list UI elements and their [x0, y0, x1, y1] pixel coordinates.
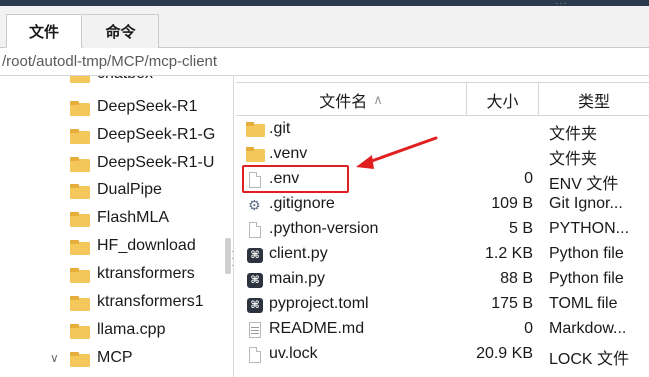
tree-item-mcp[interactable]: ∨ MCP: [0, 346, 222, 373]
python-file-icon: ⌘: [246, 247, 264, 263]
tree-item-ktransformers[interactable]: ktransformers: [0, 262, 222, 289]
file-row-main-py[interactable]: ⌘ main.py 88 B Python file: [236, 267, 649, 292]
tree-item-flashmla[interactable]: FlashMLA: [0, 206, 222, 233]
file-name: README.md: [269, 320, 365, 337]
file-row-readme-md[interactable]: README.md 0 Markdow...: [236, 317, 649, 342]
tree-item-llama-cpp[interactable]: llama.cpp: [0, 318, 222, 345]
pane-splitter[interactable]: [222, 76, 234, 377]
folder-icon: [70, 101, 90, 116]
tree-item-dualpipe[interactable]: DualPipe: [0, 178, 222, 205]
tree-item-label: FlashMLA: [97, 209, 170, 226]
folder-icon: [70, 157, 90, 172]
file-type: TOML file: [549, 295, 618, 312]
column-header-name-label: 文件名: [319, 93, 368, 111]
file-name: .gitignore: [269, 195, 335, 212]
chevron-down-icon[interactable]: ∨: [50, 351, 59, 365]
file-size: 20.9 KB: [476, 345, 533, 362]
file-size: 1.2 KB: [484, 245, 533, 262]
tree-item-label: llama.cpp: [97, 321, 166, 338]
folder-icon: [246, 122, 265, 138]
file-size: 0: [524, 170, 533, 187]
folder-tree: chatbox DeepSeek-R1 DeepSeek-R1-G DeepSe…: [0, 76, 222, 377]
column-header-size[interactable]: 大小: [467, 83, 539, 116]
file-type: Markdow...: [549, 320, 627, 337]
path-bar[interactable]: /root/autodl-tmp/MCP/mcp-client: [0, 49, 649, 76]
tree-item-deepseek-r1-g[interactable]: DeepSeek-R1-G: [0, 123, 222, 150]
file-row-client-py[interactable]: ⌘ client.py 1.2 KB Python file: [236, 242, 649, 267]
drag-handle-icon[interactable]: · · ·: [231, 247, 234, 271]
file-name: uv.lock: [269, 345, 318, 362]
folder-icon: [70, 296, 90, 311]
path-text: /root/autodl-tmp/MCP/mcp-client: [2, 53, 218, 70]
tree-item-label: ktransformers1: [97, 293, 204, 310]
file-size: 88 B: [500, 270, 533, 287]
file-size: 175 B: [491, 295, 533, 312]
folder-icon: [70, 76, 90, 83]
folder-icon: [70, 324, 90, 339]
tree-item-label: ktransformers: [97, 265, 195, 282]
column-header-name[interactable]: 文件名 ∧: [236, 83, 467, 116]
tree-item-ktransformers1[interactable]: ktransformers1: [0, 290, 222, 317]
tree-item-deepseek-r1[interactable]: DeepSeek-R1: [0, 95, 222, 122]
folder-icon: [70, 129, 90, 144]
column-header-size-label: 大小: [486, 93, 519, 111]
tab-strip: 文件 命令: [0, 6, 649, 48]
highlight-box: [242, 165, 349, 193]
folder-icon: [70, 240, 90, 255]
tree-item-deepseek-r1-u[interactable]: DeepSeek-R1-U: [0, 151, 222, 178]
file-name: main.py: [269, 270, 326, 287]
file-row-python-version[interactable]: .python-version 5 B PYTHON...: [236, 217, 649, 242]
file-name: .git: [269, 120, 291, 137]
tree-item-label: chatbox: [97, 76, 153, 83]
tree-item-label: HF_download: [97, 237, 196, 254]
tree-item-label: DeepSeek-R1-U: [97, 154, 215, 171]
column-header-type[interactable]: 类型: [539, 83, 649, 116]
file-type: Python file: [549, 245, 624, 262]
file-type: ENV 文件: [549, 176, 619, 193]
file-row-gitignore[interactable]: ⚙ .gitignore 109 B Git Ignor...: [236, 192, 649, 217]
file-type: Python file: [549, 270, 624, 287]
annotation-arrow-icon: [356, 136, 438, 169]
file-name: .venv: [269, 145, 308, 162]
tree-item-chatbox[interactable]: chatbox: [0, 76, 222, 89]
tree-item-hf-download[interactable]: HF_download: [0, 234, 222, 261]
file-type: LOCK 文件: [549, 351, 630, 368]
file-icon: [246, 222, 264, 238]
toml-file-icon: ⌘: [246, 297, 264, 313]
tree-item-label: DualPipe: [97, 181, 162, 198]
file-name: pyproject.toml: [269, 295, 369, 312]
file-type: PYTHON...: [549, 220, 630, 237]
file-name: client.py: [269, 245, 328, 262]
tree-item-label: DeepSeek-R1: [97, 98, 198, 115]
file-size: 5 B: [508, 220, 533, 237]
file-row-git[interactable]: .git 文件夹: [236, 117, 649, 143]
file-list-header: 文件名 ∧ 大小 类型: [236, 82, 649, 116]
file-icon: [246, 347, 264, 363]
tree-item-label: MCP: [97, 349, 133, 366]
file-type: 文件夹: [549, 126, 598, 143]
folder-icon: [246, 147, 265, 163]
folder-icon: [70, 184, 90, 199]
file-size: 109 B: [491, 195, 533, 212]
sort-ascending-icon: ∧: [373, 91, 383, 107]
file-row-venv[interactable]: .venv 文件夹: [236, 142, 649, 168]
folder-icon: [70, 352, 90, 367]
file-list: 文件名 ∧ 大小 类型 .git 文件夹 .venv 文件夹 .env 0 EN…: [236, 82, 649, 377]
python-file-icon: ⌘: [246, 272, 264, 288]
tab-commands[interactable]: 命令: [83, 14, 159, 48]
tab-files[interactable]: 文件: [6, 14, 82, 48]
file-row-uv-lock[interactable]: uv.lock 20.9 KB LOCK 文件: [236, 342, 649, 368]
folder-icon: [70, 268, 90, 283]
file-type: Git Ignor...: [549, 195, 623, 212]
column-header-type-label: 类型: [577, 93, 610, 111]
tree-item-label: DeepSeek-R1-G: [97, 126, 216, 143]
file-name: .python-version: [269, 220, 379, 237]
gear-file-icon: ⚙: [248, 197, 261, 213]
file-size: 0: [524, 320, 533, 337]
folder-icon: [70, 212, 90, 227]
doc-icon: [246, 322, 264, 338]
file-type: 文件夹: [549, 151, 598, 168]
file-row-pyproject-toml[interactable]: ⌘ pyproject.toml 175 B TOML file: [236, 292, 649, 317]
